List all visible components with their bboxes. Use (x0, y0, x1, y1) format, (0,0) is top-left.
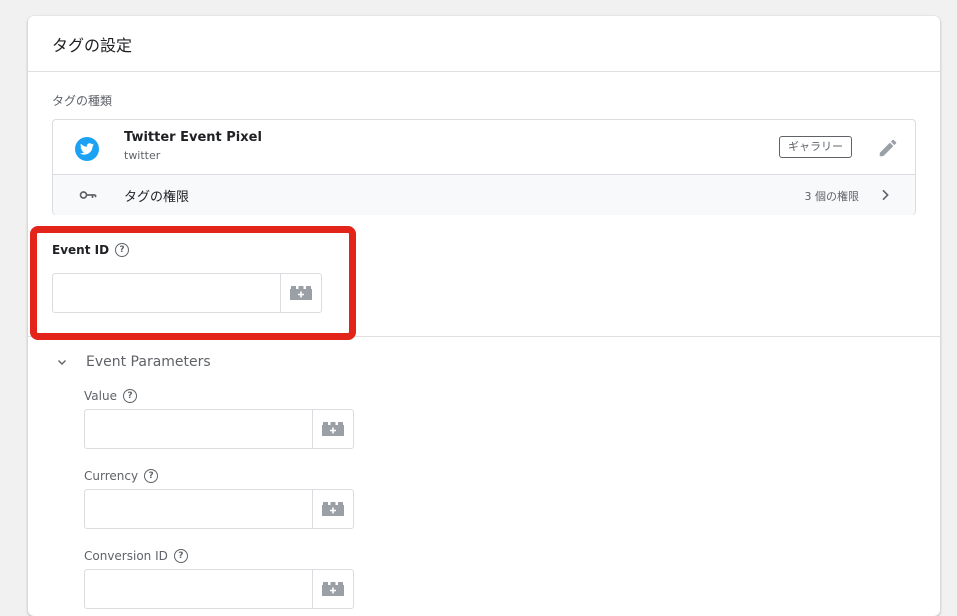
tag-type-vendor: twitter (124, 149, 161, 162)
lego-brick-icon (322, 582, 344, 596)
twitter-bird-glyph (80, 143, 94, 155)
currency-input-group (84, 489, 354, 529)
variable-picker-button[interactable] (312, 410, 353, 448)
help-icon[interactable]: ? (173, 549, 188, 563)
conversion-id-input-group (84, 569, 354, 609)
conversion-id-input[interactable] (85, 570, 312, 608)
chevron-right-icon (877, 187, 893, 203)
event-parameters-title: Event Parameters (86, 354, 211, 370)
help-icon[interactable]: ? (144, 469, 159, 483)
variable-picker-button[interactable] (312, 490, 353, 528)
gallery-chip: ギャラリー (779, 136, 852, 158)
tag-type-name: Twitter Event Pixel (124, 130, 262, 145)
permissions-count: 3 個の権限 (804, 190, 860, 203)
value-input-group (84, 409, 354, 449)
conversion-id-label-text: Conversion ID (84, 549, 168, 563)
value-input[interactable] (85, 410, 312, 448)
variable-picker-button[interactable] (312, 570, 353, 608)
lego-brick-icon (322, 422, 344, 436)
tag-type-label: タグの種類 (52, 94, 113, 108)
tag-type-box: Twitter Event Pixel twitter ギャラリー タグの権限 … (52, 119, 916, 215)
chevron-down-icon (58, 360, 66, 365)
value-label-text: Value (84, 389, 117, 403)
value-label: Value ? (84, 389, 137, 403)
conversion-id-label: Conversion ID ? (84, 549, 188, 563)
card-title: タグの設定 (52, 36, 133, 55)
twitter-icon (75, 137, 99, 161)
help-icon[interactable]: ? (122, 389, 137, 403)
permissions-label: タグの権限 (124, 190, 190, 205)
currency-label-text: Currency (84, 469, 139, 483)
currency-label: Currency ? (84, 469, 159, 483)
key-icon (79, 187, 97, 203)
red-highlight-box (30, 226, 356, 340)
title-divider (28, 71, 940, 72)
lego-brick-icon (322, 502, 344, 516)
currency-input[interactable] (85, 490, 312, 528)
pencil-edit-icon[interactable] (877, 137, 899, 159)
permissions-row[interactable]: タグの権限 3 個の権限 (53, 175, 915, 215)
event-parameters-header[interactable]: Event Parameters (56, 354, 211, 370)
